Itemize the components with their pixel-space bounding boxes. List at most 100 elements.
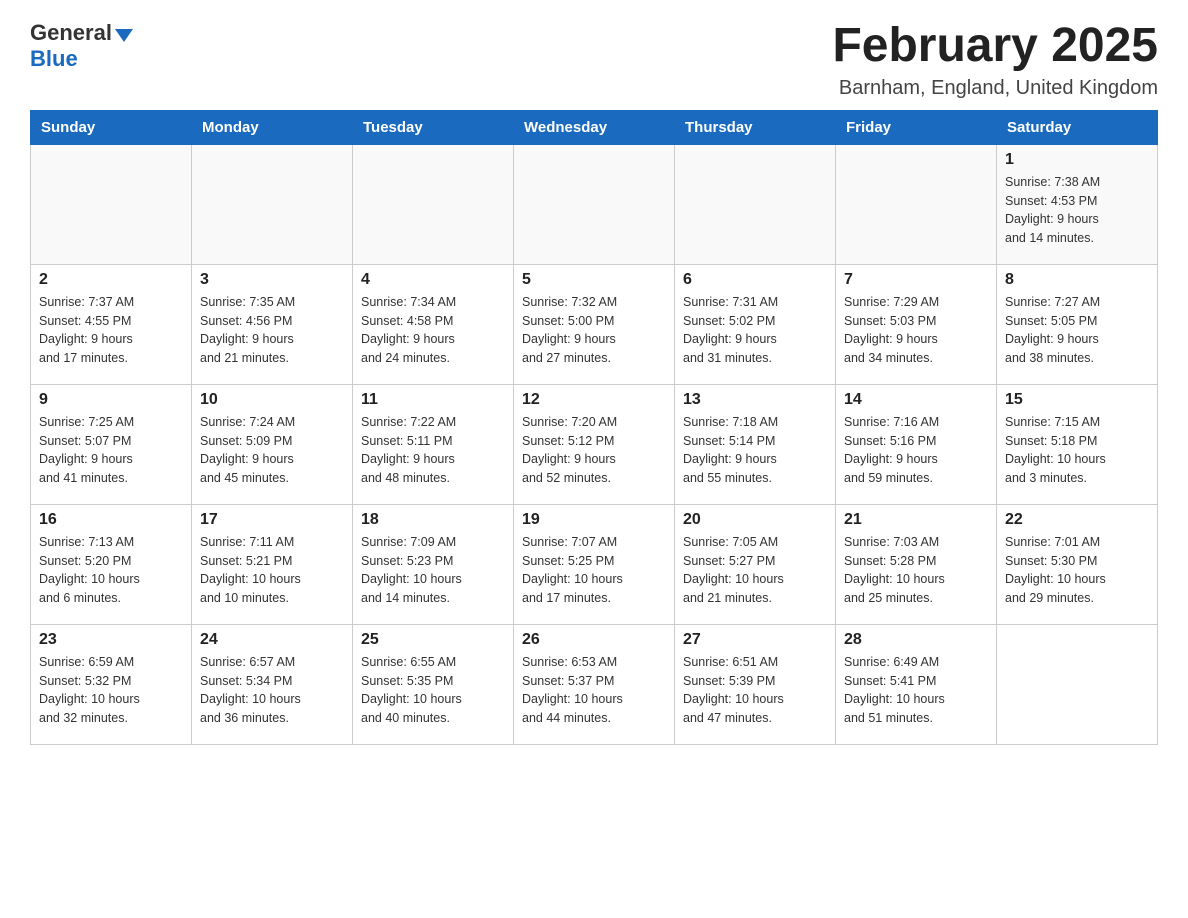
day-number: 25 — [361, 631, 505, 649]
day-info: Sunrise: 7:35 AM Sunset: 4:56 PM Dayligh… — [200, 293, 344, 368]
logo: General Blue — [30, 20, 133, 72]
day-number: 13 — [683, 391, 827, 409]
day-number: 16 — [39, 511, 183, 529]
day-info: Sunrise: 7:38 AM Sunset: 4:53 PM Dayligh… — [1005, 173, 1149, 248]
calendar-cell: 21 Sunrise: 7:03 AM Sunset: 5:28 PM Dayli… — [836, 504, 997, 624]
calendar-week-row: 9 Sunrise: 7:25 AM Sunset: 5:07 PM Daylig… — [31, 384, 1158, 504]
day-number: 2 — [39, 271, 183, 289]
day-info: Sunrise: 7:13 AM Sunset: 5:20 PM Dayligh… — [39, 533, 183, 608]
calendar-day-header: Saturday — [997, 110, 1158, 144]
calendar-cell: 1 Sunrise: 7:38 AM Sunset: 4:53 PM Daylig… — [997, 144, 1158, 264]
calendar-cell: 23 Sunrise: 6:59 AM Sunset: 5:32 PM Dayli… — [31, 624, 192, 744]
day-info: Sunrise: 7:09 AM Sunset: 5:23 PM Dayligh… — [361, 533, 505, 608]
calendar-cell: 9 Sunrise: 7:25 AM Sunset: 5:07 PM Daylig… — [31, 384, 192, 504]
day-number: 4 — [361, 271, 505, 289]
page-header: General Blue February 2025 Barnham, Engl… — [30, 20, 1158, 100]
calendar-cell — [353, 144, 514, 264]
day-info: Sunrise: 6:57 AM Sunset: 5:34 PM Dayligh… — [200, 653, 344, 728]
day-info: Sunrise: 7:07 AM Sunset: 5:25 PM Dayligh… — [522, 533, 666, 608]
day-info: Sunrise: 7:25 AM Sunset: 5:07 PM Dayligh… — [39, 413, 183, 488]
calendar-day-header: Tuesday — [353, 110, 514, 144]
calendar-day-header: Wednesday — [514, 110, 675, 144]
calendar-cell — [514, 144, 675, 264]
day-number: 23 — [39, 631, 183, 649]
day-number: 5 — [522, 271, 666, 289]
day-info: Sunrise: 7:16 AM Sunset: 5:16 PM Dayligh… — [844, 413, 988, 488]
day-number: 1 — [1005, 151, 1149, 169]
logo-blue-line: Blue — [30, 46, 78, 72]
calendar-cell: 10 Sunrise: 7:24 AM Sunset: 5:09 PM Dayli… — [192, 384, 353, 504]
day-number: 20 — [683, 511, 827, 529]
day-info: Sunrise: 7:31 AM Sunset: 5:02 PM Dayligh… — [683, 293, 827, 368]
calendar-day-header: Monday — [192, 110, 353, 144]
calendar-cell: 5 Sunrise: 7:32 AM Sunset: 5:00 PM Daylig… — [514, 264, 675, 384]
day-number: 11 — [361, 391, 505, 409]
day-number: 22 — [1005, 511, 1149, 529]
day-info: Sunrise: 7:29 AM Sunset: 5:03 PM Dayligh… — [844, 293, 988, 368]
day-info: Sunrise: 7:37 AM Sunset: 4:55 PM Dayligh… — [39, 293, 183, 368]
day-info: Sunrise: 7:32 AM Sunset: 5:00 PM Dayligh… — [522, 293, 666, 368]
day-number: 3 — [200, 271, 344, 289]
calendar-week-row: 2 Sunrise: 7:37 AM Sunset: 4:55 PM Daylig… — [31, 264, 1158, 384]
title-area: February 2025 Barnham, England, United K… — [832, 20, 1158, 100]
day-info: Sunrise: 6:51 AM Sunset: 5:39 PM Dayligh… — [683, 653, 827, 728]
calendar-cell: 11Sunrise: 7:22 AM Sunset: 5:11 PM Dayli… — [353, 384, 514, 504]
day-number: 24 — [200, 631, 344, 649]
calendar-day-header: Thursday — [675, 110, 836, 144]
day-number: 6 — [683, 271, 827, 289]
logo-general-text: General — [30, 20, 112, 46]
calendar-cell: 17 Sunrise: 7:11 AM Sunset: 5:21 PM Dayli… — [192, 504, 353, 624]
day-info: Sunrise: 7:05 AM Sunset: 5:27 PM Dayligh… — [683, 533, 827, 608]
day-number: 8 — [1005, 271, 1149, 289]
calendar-cell: 7Sunrise: 7:29 AM Sunset: 5:03 PM Daylig… — [836, 264, 997, 384]
calendar-cell: 20 Sunrise: 7:05 AM Sunset: 5:27 PM Dayli… — [675, 504, 836, 624]
calendar-cell — [997, 624, 1158, 744]
day-info: Sunrise: 7:11 AM Sunset: 5:21 PM Dayligh… — [200, 533, 344, 608]
calendar-cell: 22Sunrise: 7:01 AM Sunset: 5:30 PM Dayli… — [997, 504, 1158, 624]
day-number: 15 — [1005, 391, 1149, 409]
day-info: Sunrise: 6:59 AM Sunset: 5:32 PM Dayligh… — [39, 653, 183, 728]
calendar-cell: 2 Sunrise: 7:37 AM Sunset: 4:55 PM Daylig… — [31, 264, 192, 384]
calendar-cell: 3 Sunrise: 7:35 AM Sunset: 4:56 PM Daylig… — [192, 264, 353, 384]
day-info: Sunrise: 7:03 AM Sunset: 5:28 PM Dayligh… — [844, 533, 988, 608]
calendar-week-row: 16 Sunrise: 7:13 AM Sunset: 5:20 PM Dayli… — [31, 504, 1158, 624]
calendar-cell: 12 Sunrise: 7:20 AM Sunset: 5:12 PM Dayli… — [514, 384, 675, 504]
month-title: February 2025 — [832, 20, 1158, 73]
calendar-cell — [675, 144, 836, 264]
calendar-cell: 15 Sunrise: 7:15 AM Sunset: 5:18 PM Dayli… — [997, 384, 1158, 504]
day-number: 14 — [844, 391, 988, 409]
calendar-cell — [836, 144, 997, 264]
calendar-cell: 25 Sunrise: 6:55 AM Sunset: 5:35 PM Dayli… — [353, 624, 514, 744]
day-info: Sunrise: 7:20 AM Sunset: 5:12 PM Dayligh… — [522, 413, 666, 488]
day-number: 26 — [522, 631, 666, 649]
calendar-week-row: 23 Sunrise: 6:59 AM Sunset: 5:32 PM Dayli… — [31, 624, 1158, 744]
day-info: Sunrise: 7:18 AM Sunset: 5:14 PM Dayligh… — [683, 413, 827, 488]
calendar-cell: 13 Sunrise: 7:18 AM Sunset: 5:14 PM Dayli… — [675, 384, 836, 504]
calendar-cell: 16 Sunrise: 7:13 AM Sunset: 5:20 PM Dayli… — [31, 504, 192, 624]
day-info: Sunrise: 7:15 AM Sunset: 5:18 PM Dayligh… — [1005, 413, 1149, 488]
calendar-cell: 4 Sunrise: 7:34 AM Sunset: 4:58 PM Daylig… — [353, 264, 514, 384]
calendar-day-header: Friday — [836, 110, 997, 144]
day-number: 19 — [522, 511, 666, 529]
logo-blue-text: Blue — [30, 46, 78, 71]
day-number: 17 — [200, 511, 344, 529]
calendar-cell: 26Sunrise: 6:53 AM Sunset: 5:37 PM Dayli… — [514, 624, 675, 744]
logo-triangle-icon — [115, 29, 133, 42]
day-number: 28 — [844, 631, 988, 649]
calendar-table: SundayMondayTuesdayWednesdayThursdayFrid… — [30, 110, 1158, 745]
day-info: Sunrise: 7:27 AM Sunset: 5:05 PM Dayligh… — [1005, 293, 1149, 368]
calendar-cell: 14 Sunrise: 7:16 AM Sunset: 5:16 PM Dayli… — [836, 384, 997, 504]
calendar-day-header: Sunday — [31, 110, 192, 144]
day-info: Sunrise: 6:49 AM Sunset: 5:41 PM Dayligh… — [844, 653, 988, 728]
day-number: 9 — [39, 391, 183, 409]
calendar-cell — [31, 144, 192, 264]
day-number: 12 — [522, 391, 666, 409]
day-info: Sunrise: 6:55 AM Sunset: 5:35 PM Dayligh… — [361, 653, 505, 728]
day-info: Sunrise: 7:24 AM Sunset: 5:09 PM Dayligh… — [200, 413, 344, 488]
logo-line1: General — [30, 20, 133, 46]
day-info: Sunrise: 7:34 AM Sunset: 4:58 PM Dayligh… — [361, 293, 505, 368]
day-number: 18 — [361, 511, 505, 529]
day-number: 10 — [200, 391, 344, 409]
day-number: 21 — [844, 511, 988, 529]
calendar-cell: 19 Sunrise: 7:07 AM Sunset: 5:25 PM Dayli… — [514, 504, 675, 624]
